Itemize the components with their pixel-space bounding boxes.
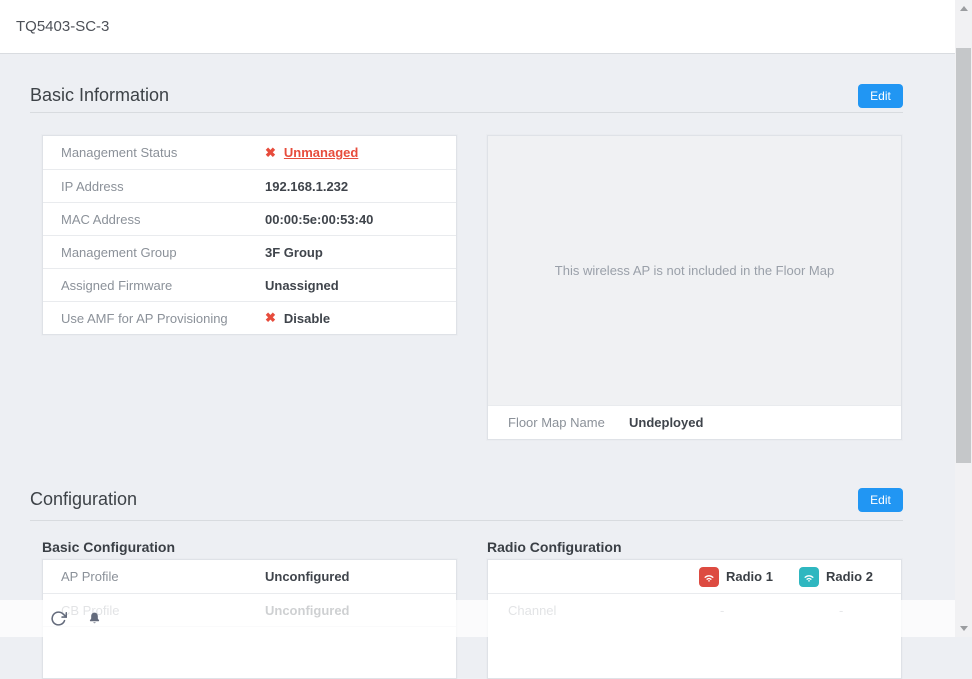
floor-map-empty-message: This wireless AP is not included in the … bbox=[555, 263, 834, 278]
row-label: Management Group bbox=[61, 245, 177, 260]
basic-information-edit-button[interactable]: Edit bbox=[858, 84, 903, 108]
management-status-link[interactable]: Unmanaged bbox=[284, 145, 358, 160]
column-label: Radio 1 bbox=[726, 569, 773, 584]
wifi-icon bbox=[799, 567, 819, 587]
row-value: 3F Group bbox=[265, 245, 323, 260]
row-value: Disable bbox=[284, 311, 330, 326]
row-label: Assigned Firmware bbox=[61, 278, 172, 293]
floor-map-name-row: Floor Map Name Undeployed bbox=[488, 406, 901, 439]
basic-configuration-heading: Basic Configuration bbox=[42, 539, 175, 555]
section-divider bbox=[30, 112, 903, 113]
table-row: Management Group 3F Group bbox=[43, 235, 456, 268]
row-label: Use AMF for AP Provisioning bbox=[61, 311, 228, 326]
table-row: AP Profile Unconfigured bbox=[43, 560, 456, 593]
radio-configuration-heading: Radio Configuration bbox=[487, 539, 622, 555]
section-divider bbox=[30, 520, 903, 521]
basic-information-heading: Basic Information bbox=[30, 85, 169, 106]
scrollbar-thumb[interactable] bbox=[956, 48, 971, 463]
floor-map-card: This wireless AP is not included in the … bbox=[487, 135, 902, 440]
refresh-icon[interactable] bbox=[50, 610, 67, 627]
row-value: 00:00:5e:00:53:40 bbox=[265, 212, 373, 227]
footer-bar bbox=[0, 600, 955, 637]
row-label: Management Status bbox=[61, 145, 177, 160]
floor-map-placeholder: This wireless AP is not included in the … bbox=[488, 136, 901, 406]
error-x-icon: ✖ bbox=[265, 310, 276, 326]
page-title: TQ5403-SC-3 bbox=[16, 0, 109, 54]
table-row: Use AMF for AP Provisioning ✖ Disable bbox=[43, 301, 456, 334]
scroll-up-icon[interactable] bbox=[955, 0, 972, 17]
scroll-down-icon[interactable] bbox=[955, 620, 972, 637]
configuration-heading: Configuration bbox=[30, 489, 137, 510]
row-label: Floor Map Name bbox=[508, 415, 605, 430]
radio1-column-header: Radio 1 bbox=[699, 560, 773, 593]
row-value: Unconfigured bbox=[265, 569, 350, 584]
column-label: Radio 2 bbox=[826, 569, 873, 584]
vertical-scrollbar[interactable] bbox=[955, 0, 972, 637]
table-row: MAC Address 00:00:5e:00:53:40 bbox=[43, 202, 456, 235]
row-value: 192.168.1.232 bbox=[265, 179, 348, 194]
configuration-edit-button[interactable]: Edit bbox=[858, 488, 903, 512]
bell-icon[interactable] bbox=[87, 610, 102, 627]
table-row: Assigned Firmware Unassigned bbox=[43, 268, 456, 301]
row-value: Undeployed bbox=[629, 415, 703, 430]
table-row: IP Address 192.168.1.232 bbox=[43, 169, 456, 202]
basic-information-table: Management Status ✖ Unmanaged IP Address… bbox=[42, 135, 457, 335]
wifi-icon bbox=[699, 567, 719, 587]
row-label: MAC Address bbox=[61, 212, 140, 227]
row-label: AP Profile bbox=[61, 569, 119, 584]
radio-table-header: Radio 1 Radio 2 bbox=[488, 560, 901, 593]
row-label: IP Address bbox=[61, 179, 124, 194]
row-value: Unassigned bbox=[265, 278, 339, 293]
error-x-icon: ✖ bbox=[265, 145, 276, 161]
table-row: Management Status ✖ Unmanaged bbox=[43, 136, 456, 169]
radio2-column-header: Radio 2 bbox=[799, 560, 873, 593]
top-bar: TQ5403-SC-3 bbox=[0, 0, 972, 54]
